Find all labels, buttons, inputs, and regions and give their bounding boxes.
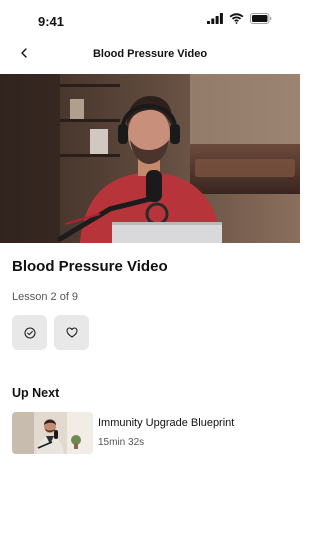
- heart-icon: [65, 327, 78, 338]
- status-icons: [207, 13, 272, 24]
- up-next-duration: 15min 32s: [98, 437, 145, 448]
- video-player[interactable]: [0, 74, 300, 243]
- status-bar: 9:41: [0, 0, 300, 40]
- cellular-signal-icon: [207, 13, 223, 24]
- battery-icon: [250, 13, 272, 24]
- favorite-button[interactable]: [54, 315, 89, 350]
- wifi-icon: [229, 13, 244, 24]
- up-next-heading: Up Next: [12, 386, 60, 400]
- up-next-title: Immunity Upgrade Blueprint: [98, 417, 235, 429]
- up-next-item[interactable]: Immunity Upgrade Blueprint 15min 32s: [12, 412, 288, 454]
- nav-title: Blood Pressure Video: [92, 48, 208, 60]
- status-time: 9:41: [38, 14, 65, 29]
- lesson-progress: Lesson 2 of 9: [12, 291, 79, 303]
- video-frame: [0, 74, 300, 243]
- up-next-thumbnail: [12, 412, 93, 454]
- navigation-bar: Blood Pressure Video: [0, 40, 300, 70]
- mark-complete-button[interactable]: [12, 315, 47, 350]
- thumbnail-image: [12, 412, 93, 454]
- lesson-title: Blood Pressure Video: [12, 258, 168, 275]
- check-circle-icon: [23, 326, 36, 339]
